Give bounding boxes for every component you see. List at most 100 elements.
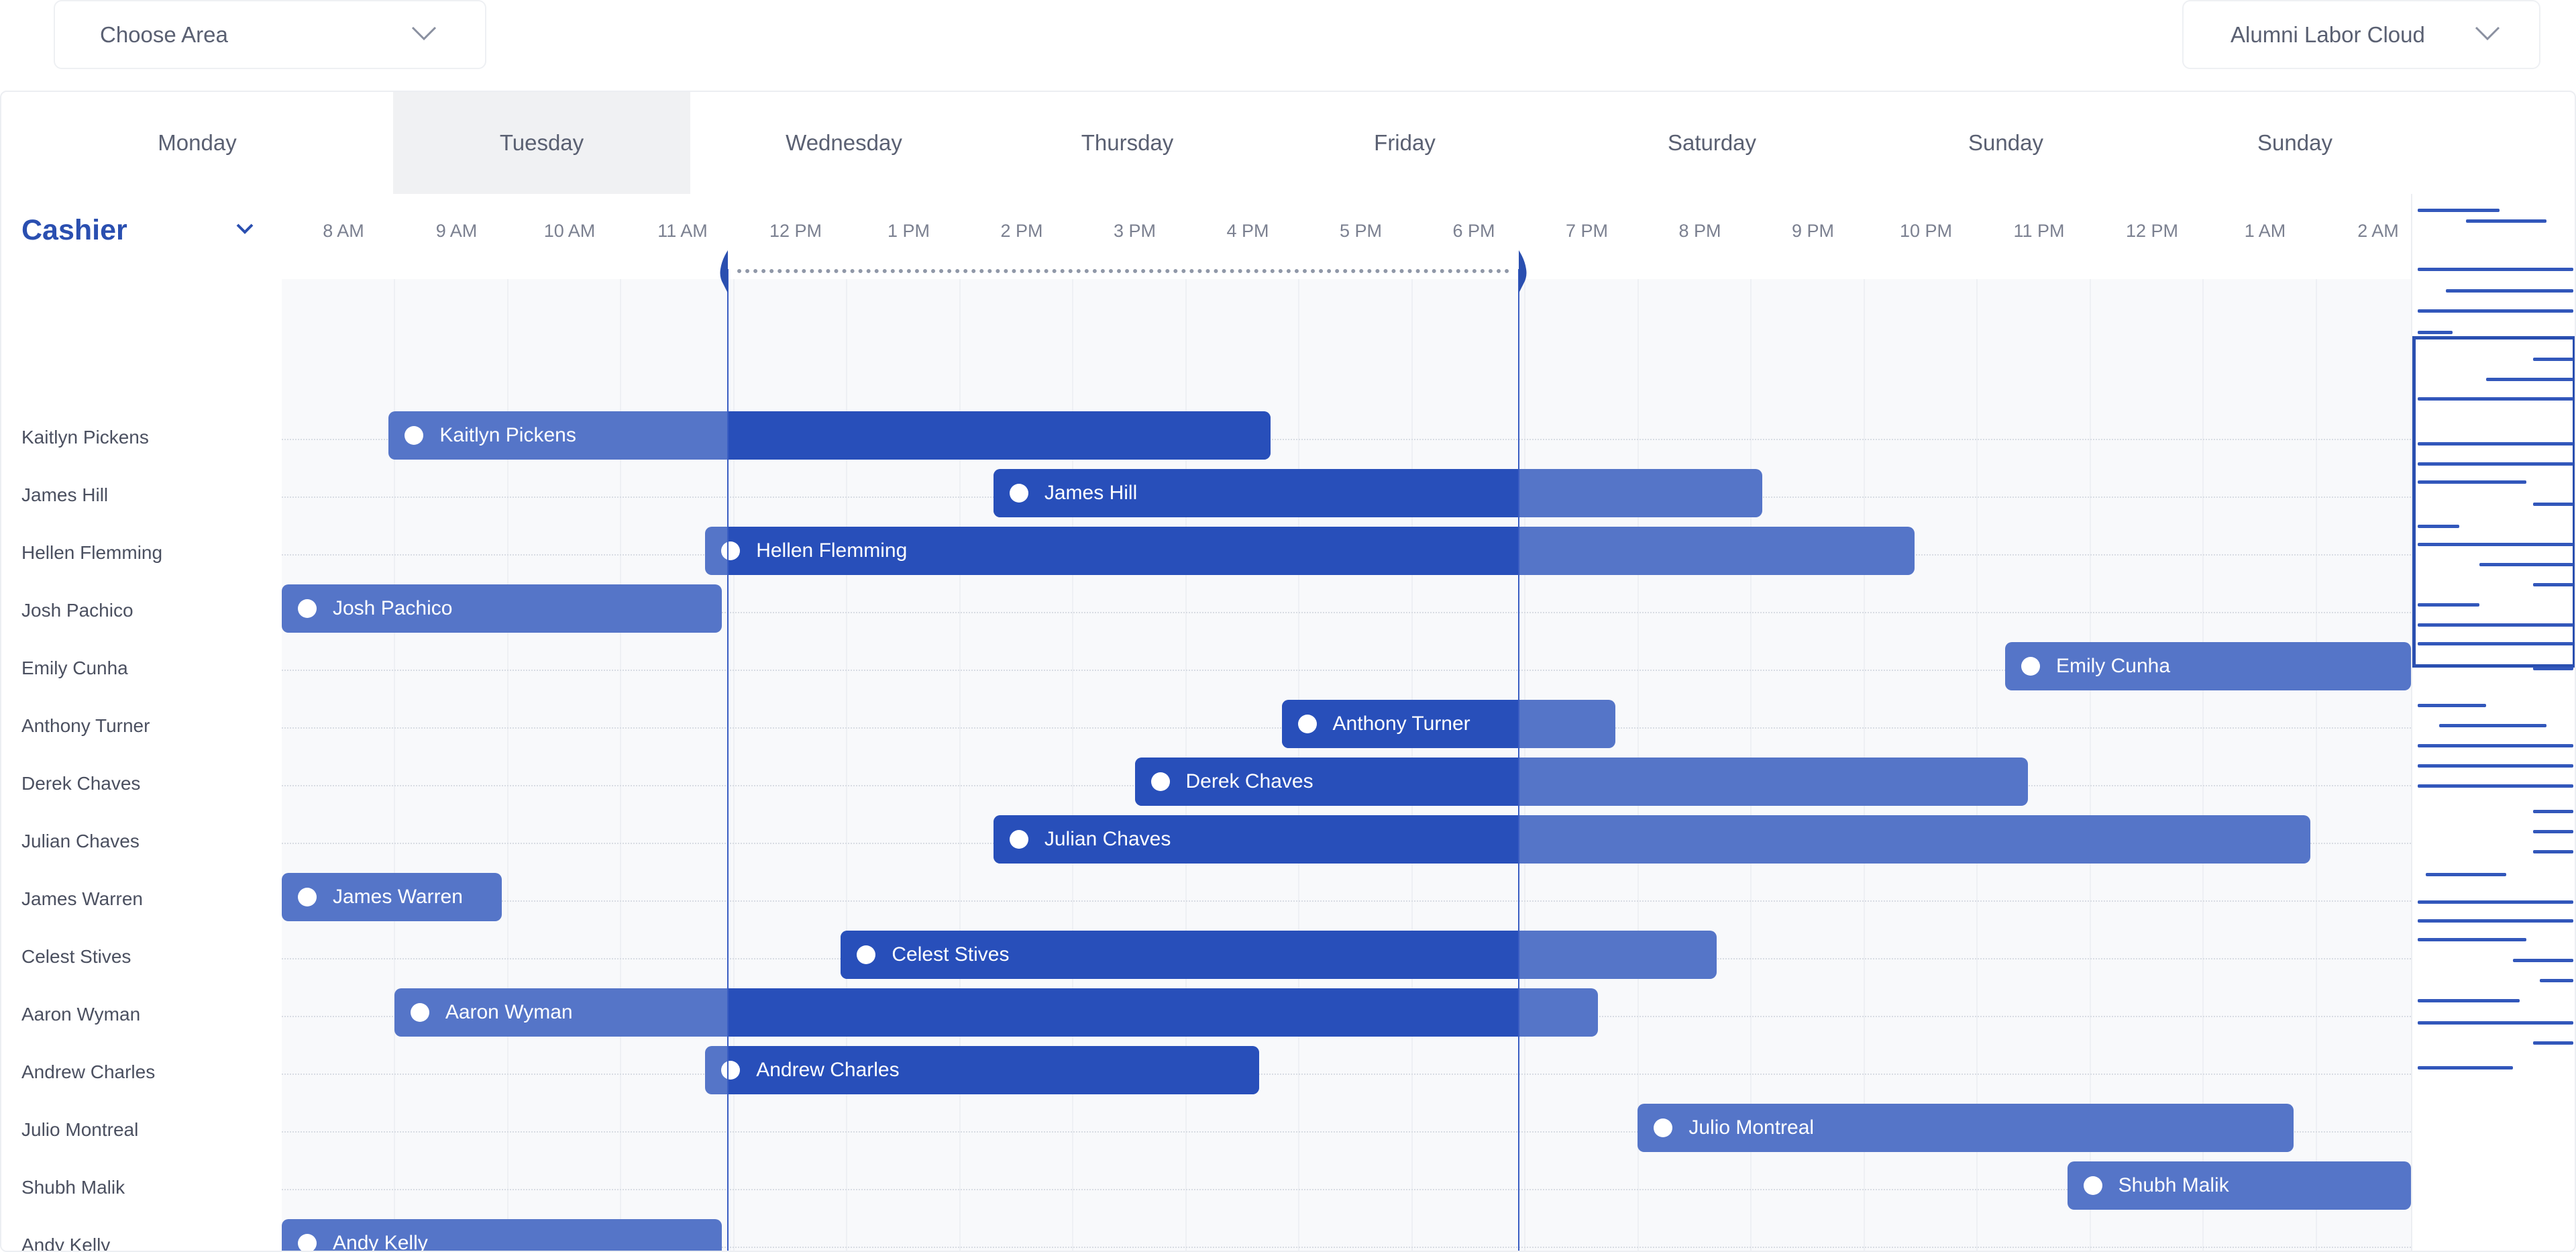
- shift-bar[interactable]: Celest Stives: [841, 931, 1717, 979]
- shift-bar-label: Hellen Flemming: [756, 539, 908, 562]
- shift-bar[interactable]: Andy Kelly: [282, 1219, 722, 1252]
- minimap-shift-line: [2418, 764, 2573, 768]
- shift-status-dot: [2083, 1176, 2102, 1195]
- shift-bar[interactable]: Hellen Flemming: [705, 527, 1915, 575]
- employee-name: Hellen Flemming: [21, 542, 163, 563]
- role-title[interactable]: Cashier: [21, 214, 127, 247]
- employee-name: Emily Cunha: [21, 658, 128, 678]
- minimap-shift-line: [2418, 525, 2459, 528]
- shift-bar-label: Andrew Charles: [756, 1059, 900, 1081]
- shift-bar-label: Julian Chaves: [1044, 828, 1171, 850]
- minimap-shift-line: [2418, 1066, 2513, 1070]
- shift-bar-label: Josh Pachico: [333, 597, 453, 619]
- row-divider: [282, 900, 2411, 902]
- schedule-panel: Monday Tuesday Wednesday Thursday Friday Satu…: [0, 91, 2576, 1252]
- minimap-shift-line: [2426, 873, 2506, 876]
- shift-bar[interactable]: Julio Montreal: [1638, 1104, 2294, 1152]
- minimap-shift-line: [2533, 830, 2573, 833]
- minimap-viewport[interactable]: [2412, 336, 2575, 668]
- time-tick-label: 10 PM: [1899, 221, 1953, 241]
- labor-cloud-dropdown-label: Alumni Labor Cloud: [2231, 21, 2425, 47]
- minimap-shift-line: [2533, 810, 2573, 813]
- employee-name: Julian Chaves: [21, 831, 140, 851]
- day-tab-monday[interactable]: Monday: [1, 92, 393, 194]
- minimap-shift-line: [2418, 704, 2486, 707]
- employee-name: James Warren: [21, 888, 144, 909]
- day-tab-tuesday[interactable]: Tuesday: [393, 92, 690, 194]
- shift-status-dot: [298, 888, 317, 906]
- employee-name: Julio Montreal: [21, 1119, 139, 1140]
- shift-bar[interactable]: James Warren: [282, 873, 502, 921]
- time-tick-label: 9 AM: [435, 221, 478, 241]
- area-dropdown-label: Choose Area: [100, 21, 228, 47]
- day-tab-sunday[interactable]: Sunday: [1872, 92, 2140, 194]
- chevron-down-icon[interactable]: [235, 222, 255, 236]
- minimap-shift-line: [2418, 784, 2573, 788]
- shift-status-dot: [721, 1061, 741, 1080]
- selection-start-handle[interactable]: [719, 250, 737, 293]
- time-tick-label: 11 PM: [2013, 221, 2065, 241]
- minimap-shift-line: [2418, 331, 2453, 334]
- minimap-shift-line: [2540, 979, 2573, 982]
- area-dropdown[interactable]: Choose Area: [54, 0, 486, 69]
- minimap-shift-line: [2418, 938, 2526, 941]
- minimap-shift-line: [2418, 442, 2573, 446]
- shift-bar-label: Andy Kelly: [333, 1232, 428, 1252]
- selection-start-line: [727, 269, 729, 1251]
- employee-name: James Hill: [21, 484, 109, 505]
- time-tick-label: 8 AM: [323, 221, 364, 241]
- day-tab-thursday[interactable]: Thursday: [998, 92, 1257, 194]
- time-tick-label: 7 PM: [1565, 221, 1609, 241]
- shift-bar[interactable]: Shubh Malik: [2067, 1161, 2411, 1210]
- shift-status-dot: [1009, 830, 1028, 849]
- shift-status-dot: [721, 541, 741, 560]
- shift-bar[interactable]: Anthony Turner: [1281, 700, 1615, 748]
- time-tick-label: 2 AM: [2357, 221, 2399, 241]
- shift-bar-label: James Hill: [1044, 482, 1138, 504]
- shift-bar[interactable]: James Hill: [993, 469, 1762, 517]
- minimap-shift-line: [2418, 623, 2573, 627]
- employee-name: Shubh Malik: [21, 1177, 125, 1198]
- employee-name: Kaitlyn Pickens: [21, 427, 149, 448]
- minimap-shift-line: [2533, 850, 2573, 853]
- shift-bar[interactable]: Josh Pachico: [282, 584, 722, 633]
- employee-column: Cashier Kaitlyn Pickens James Hill Hellen …: [1, 194, 283, 1251]
- labor-cloud-dropdown[interactable]: Alumni Labor Cloud: [2182, 0, 2540, 69]
- time-tick-label: 5 PM: [1339, 221, 1383, 241]
- shift-bar-selected-segment: [727, 988, 1519, 1037]
- day-tab-saturday[interactable]: Saturday: [1552, 92, 1872, 194]
- timeline: 8 AM 9 AM 10 AM 11 AM 12 PM 1 PM 2 PM 3 PM 4 PM 5…: [282, 194, 2411, 1252]
- shift-bar-label: Anthony Turner: [1332, 713, 1470, 735]
- time-tick-label: 1 PM: [887, 221, 930, 241]
- day-tab-sunday[interactable]: Sunday: [2140, 92, 2450, 194]
- employee-name: Derek Chaves: [21, 773, 141, 794]
- shift-bar[interactable]: Andrew Charles: [705, 1046, 1259, 1094]
- shift-status-dot: [1150, 772, 1170, 791]
- time-tick-label: 4 PM: [1226, 221, 1269, 241]
- employee-name: Aaron Wyman: [21, 1004, 141, 1025]
- day-tab-wednesday[interactable]: Wednesday: [690, 92, 998, 194]
- time-tick-label: 1 AM: [2244, 221, 2286, 241]
- shift-bar[interactable]: Aaron Wyman: [394, 988, 1599, 1037]
- employee-name: Anthony Turner: [21, 715, 150, 736]
- day-tab-friday[interactable]: Friday: [1257, 92, 1552, 194]
- selection-end-handle[interactable]: [1510, 250, 1527, 293]
- shift-bar[interactable]: Derek Chaves: [1134, 758, 2028, 806]
- time-tick-label: 2 PM: [1000, 221, 1043, 241]
- selection-end-line: [1518, 269, 1520, 1251]
- minimap-shift-line: [2479, 563, 2573, 566]
- shift-status-dot: [405, 426, 424, 445]
- shift-bar[interactable]: Emily Cunha: [2004, 642, 2411, 690]
- minimap-shift-line: [2439, 724, 2546, 727]
- shift-status-dot: [298, 599, 317, 618]
- minimap-shift-line: [2418, 209, 2500, 212]
- minimap-shift-line: [2418, 309, 2573, 313]
- minimap: [2411, 194, 2575, 1251]
- minimap-shift-line: [2418, 480, 2526, 484]
- shift-bar[interactable]: Julian Chaves: [993, 815, 2310, 864]
- minimap-shift-line: [2533, 583, 2573, 586]
- minimap-shift-line: [2418, 543, 2573, 546]
- shift-bar-label: Celest Stives: [892, 943, 1010, 966]
- minimap-shift-line: [2418, 462, 2573, 466]
- shift-bar[interactable]: Kaitlyn Pickens: [388, 411, 1271, 460]
